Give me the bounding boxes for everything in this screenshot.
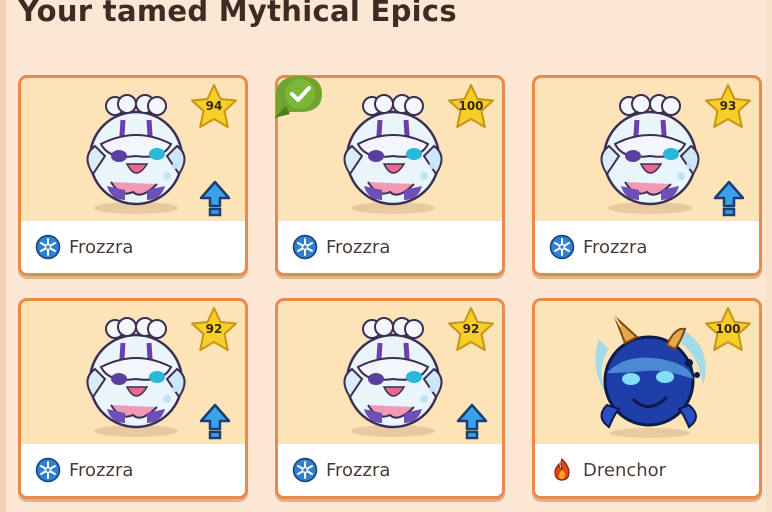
card-footer: Frozzra [21, 444, 245, 496]
frozzra-creature-image [343, 317, 443, 437]
creature-name: Frozzra [326, 459, 391, 481]
frozzra-creature-image [86, 94, 186, 214]
level-star-badge: 100 [446, 83, 496, 131]
level-number: 93 [719, 99, 737, 113]
creature-name: Frozzra [69, 459, 134, 481]
ice-element-icon [549, 234, 575, 260]
creature-name: Drenchor [583, 459, 667, 481]
ice-element-icon [35, 457, 61, 483]
upgrade-arrow-icon[interactable] [199, 180, 231, 218]
card-footer: Frozzra [21, 221, 245, 273]
ice-element-icon [292, 234, 318, 260]
frozzra-creature-image [86, 317, 186, 437]
check-icon [274, 76, 322, 118]
frozzra-creature-image [343, 94, 443, 214]
creature-card[interactable]: 100 Drenchor [532, 298, 762, 499]
tamed-epics-grid: 94 Frozzra 100 Frozzra 93 Frozzra 92 Fro… [18, 75, 762, 499]
level-number: 100 [715, 322, 741, 336]
level-number: 92 [462, 322, 480, 336]
card-footer: Frozzra [278, 221, 502, 273]
upgrade-arrow-icon[interactable] [199, 403, 231, 441]
creature-card[interactable]: 92 Frozzra [275, 298, 505, 499]
card-footer: Drenchor [535, 444, 759, 496]
ice-element-icon [292, 457, 318, 483]
creature-name: Frozzra [69, 236, 134, 258]
level-star-badge: 92 [446, 306, 496, 354]
creature-name: Frozzra [326, 236, 391, 258]
fire-element-icon [554, 457, 570, 481]
creature-card[interactable]: 100 Frozzra [274, 75, 505, 276]
level-number: 92 [205, 322, 223, 336]
level-star-badge: 100 [703, 306, 753, 354]
card-art: 93 [535, 78, 759, 221]
upgrade-arrow-icon[interactable] [713, 180, 745, 218]
creature-card[interactable]: 92 Frozzra [18, 298, 248, 499]
card-art: 92 [21, 301, 245, 444]
card-art: 100 [535, 301, 759, 444]
page-title: Your tamed Mythical Epics [18, 0, 457, 28]
card-footer: Frozzra [278, 444, 502, 496]
card-footer: Frozzra [535, 221, 759, 273]
creature-card[interactable]: 94 Frozzra [18, 75, 248, 276]
level-number: 100 [458, 99, 484, 113]
creature-name: Frozzra [583, 236, 648, 258]
right-frame-edge [766, 0, 772, 512]
frozzra-creature-image [600, 94, 700, 214]
level-number: 94 [205, 99, 223, 113]
ice-element-icon [35, 234, 61, 260]
upgrade-arrow-icon[interactable] [456, 403, 488, 441]
left-frame-edge [0, 0, 6, 512]
level-star-badge: 94 [189, 83, 239, 131]
level-star-badge: 92 [189, 306, 239, 354]
drenchor-creature-image [595, 316, 706, 438]
creature-card[interactable]: 93 Frozzra [532, 75, 762, 276]
card-art: 94 [21, 78, 245, 221]
level-star-badge: 93 [703, 83, 753, 131]
card-art: 92 [278, 301, 502, 444]
